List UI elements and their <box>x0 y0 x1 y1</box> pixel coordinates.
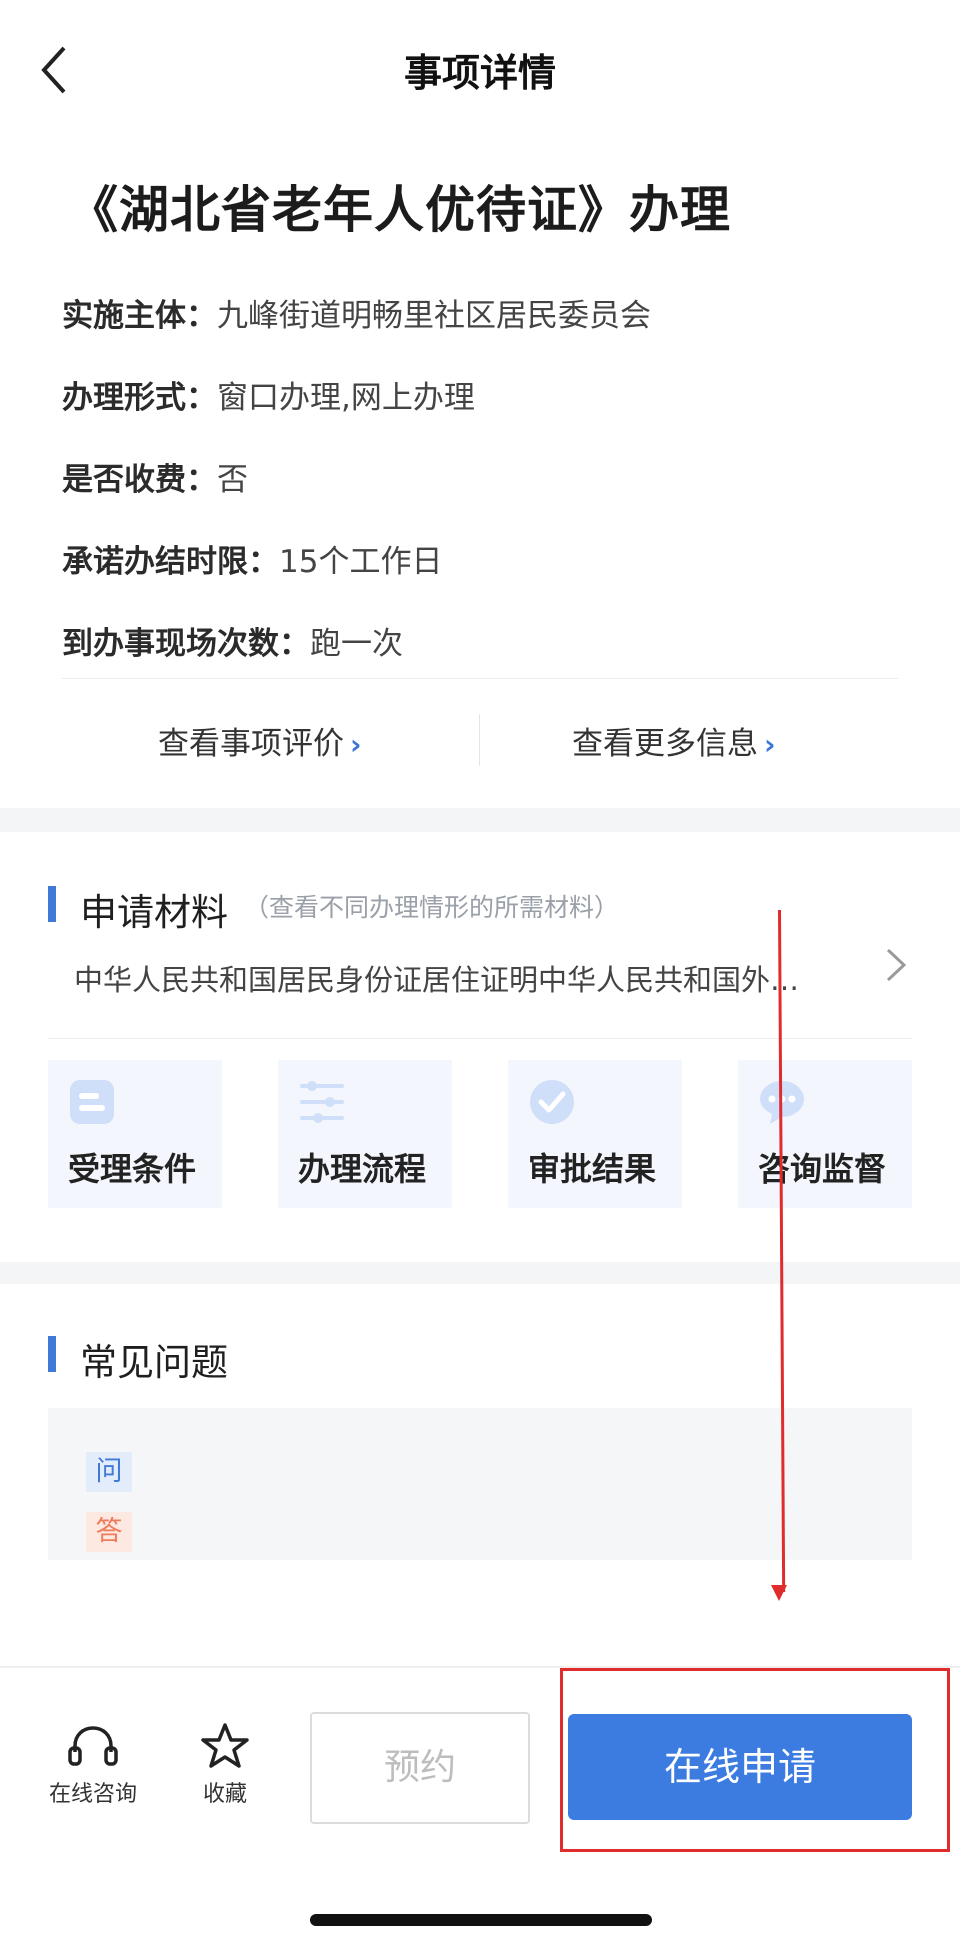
info-row-deadline: 承诺办结时限：15个工作日 <box>62 536 442 581</box>
answer-tag: 答 <box>86 1512 132 1552</box>
faq-title: 常见问题 <box>80 1341 228 1384</box>
headset-icon <box>68 1726 118 1766</box>
vertical-divider <box>479 714 480 766</box>
chevron-right-icon <box>886 948 907 982</box>
info-key: 到办事现场次数： <box>62 626 310 662</box>
info-row-visits: 到办事现场次数：跑一次 <box>62 618 403 663</box>
process-icon <box>300 1081 344 1123</box>
view-evaluation-link[interactable]: 查看事项评价 › <box>158 718 362 763</box>
favorite-label: 收藏 <box>202 1782 247 1807</box>
section-divider <box>0 1262 960 1284</box>
view-more-info-label: 查看更多信息 <box>572 726 758 762</box>
info-value: 九峰街道明畅里社区居民委员会 <box>217 298 651 334</box>
section-marker <box>48 1336 56 1372</box>
divider <box>62 678 898 679</box>
annotation-highlight-box <box>560 1668 950 1852</box>
card-label: 受理条件 <box>68 1150 197 1188</box>
card-label: 审批结果 <box>528 1150 657 1188</box>
online-consult-label: 在线咨询 <box>48 1782 137 1807</box>
chevron-right-icon: › <box>764 728 776 761</box>
item-title: 《湖北省老年人优待证》办理 <box>68 181 731 239</box>
section-divider <box>0 808 960 832</box>
home-indicator[interactable] <box>310 1914 652 1926</box>
star-icon <box>201 1723 249 1768</box>
view-more-info-link[interactable]: 查看更多信息 › <box>572 718 776 763</box>
page-title: 事项详情 <box>403 51 556 95</box>
info-row-form: 办理形式：窗口办理,网上办理 <box>62 372 475 417</box>
conditions-icon <box>70 1080 114 1124</box>
card-acceptance-conditions[interactable]: 受理条件 <box>48 1060 222 1208</box>
materials-expand-button[interactable] <box>880 940 910 990</box>
info-value: 否 <box>217 462 248 498</box>
card-approval-result[interactable]: 审批结果 <box>508 1060 682 1208</box>
online-consult-button[interactable]: 在线咨询 <box>38 1724 148 1808</box>
card-label: 咨询监督 <box>758 1150 887 1188</box>
materials-title: 申请材料 <box>80 891 228 934</box>
view-evaluation-label: 查看事项评价 <box>158 726 344 762</box>
divider <box>48 1038 912 1039</box>
card-process[interactable]: 办理流程 <box>278 1060 452 1208</box>
info-value: 窗口办理,网上办理 <box>217 380 475 416</box>
favorite-button[interactable]: 收藏 <box>170 1722 280 1808</box>
info-key: 是否收费： <box>62 462 217 498</box>
info-key: 办理形式： <box>62 380 217 416</box>
section-marker <box>48 886 56 922</box>
annotation-arrowhead <box>771 1585 787 1601</box>
result-check-icon <box>530 1080 574 1124</box>
card-label: 办理流程 <box>298 1150 427 1188</box>
info-value: 15个工作日 <box>279 544 443 580</box>
info-row-subject: 实施主体：九峰街道明畅里社区居民委员会 <box>62 290 651 335</box>
info-value: 跑一次 <box>310 626 403 662</box>
info-key: 承诺办结时限： <box>62 544 279 580</box>
info-row-fee: 是否收费：否 <box>62 454 248 499</box>
card-consult-supervise[interactable]: 咨询监督 <box>738 1060 912 1208</box>
reserve-button[interactable]: 预约 <box>310 1712 530 1824</box>
chevron-right-icon: › <box>350 728 362 761</box>
materials-subtitle-link[interactable]: （查看不同办理情形的所需材料） <box>244 888 619 924</box>
question-tag: 问 <box>86 1452 132 1492</box>
materials-list-text[interactable]: 中华人民共和国居民身份证居住证明中华人民共和国外… <box>74 957 854 999</box>
info-key: 实施主体： <box>62 298 217 334</box>
